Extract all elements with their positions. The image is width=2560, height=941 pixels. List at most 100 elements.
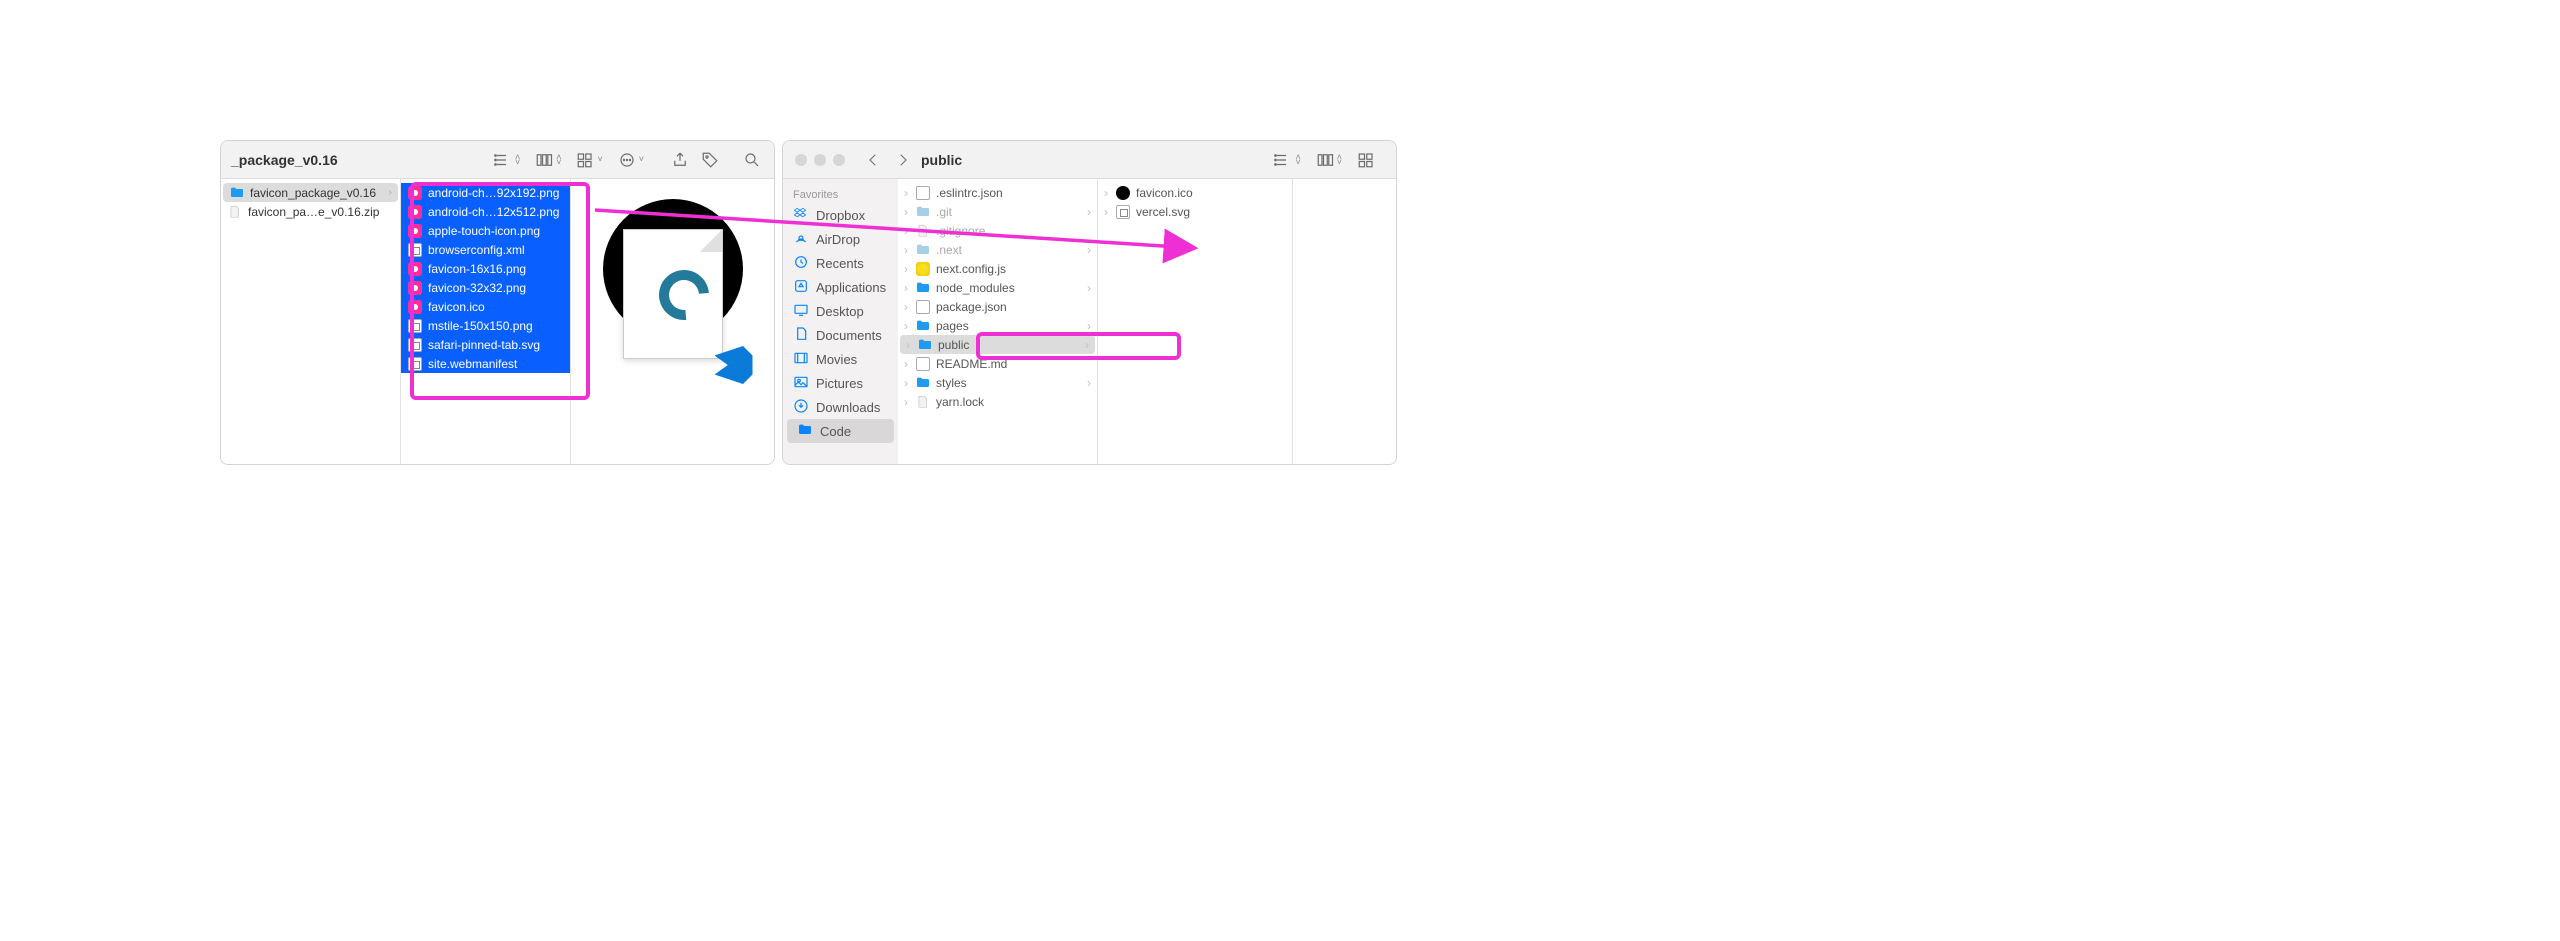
sidebar-item-downloads[interactable]: Downloads xyxy=(783,395,898,419)
traffic-lights[interactable] xyxy=(795,154,845,166)
sidebar: Favorites DropboxAirDropRecentsApplicati… xyxy=(783,179,898,464)
column-1[interactable]: ›.eslintrc.json›.git››.gitignore›.next››… xyxy=(898,179,1098,464)
chevron-right-icon: › xyxy=(1087,281,1091,295)
file-row[interactable]: ›node_modules› xyxy=(898,278,1097,297)
file-name: mstile-150x150.png xyxy=(428,319,533,333)
file-name: vercel.svg xyxy=(1136,205,1190,219)
view-gallery-icon[interactable] xyxy=(571,148,599,172)
sidebar-item-label: Applications xyxy=(816,280,886,295)
chevron-down-icon[interactable]: ˅ xyxy=(639,157,644,162)
file-name: .eslintrc.json xyxy=(936,186,1003,200)
search-icon[interactable] xyxy=(738,148,766,172)
chevron-down-icon[interactable]: ˅ xyxy=(597,157,602,162)
movies-icon xyxy=(793,350,809,369)
file-name: .git xyxy=(936,205,952,219)
nav-forward-icon[interactable] xyxy=(889,148,917,172)
sidebar-item-label: Documents xyxy=(816,328,882,343)
file-name: favicon_package_v0.16 xyxy=(250,186,376,200)
sidebar-item-pictures[interactable]: Pictures xyxy=(783,371,898,395)
file-name: styles xyxy=(936,376,967,390)
file-name: .next xyxy=(936,243,962,257)
sidebar-item-recents[interactable]: Recents xyxy=(783,251,898,275)
dropbox-icon xyxy=(793,206,809,225)
chevron-icon: › xyxy=(904,300,908,314)
file-name: safari-pinned-tab.svg xyxy=(428,338,540,352)
file-row[interactable]: safari-pinned-tab.svg xyxy=(401,335,570,354)
file-row[interactable]: ›.next› xyxy=(898,240,1097,259)
sidebar-item-movies[interactable]: Movies xyxy=(783,347,898,371)
chevron-icon: › xyxy=(1104,205,1108,219)
chevron-updown-icon[interactable]: ˄˅ xyxy=(1295,155,1300,165)
sidebar-item-documents[interactable]: Documents xyxy=(783,323,898,347)
sidebar-item-desktop[interactable]: Desktop xyxy=(783,299,898,323)
file-name: favicon.ico xyxy=(428,300,485,314)
chevron-updown-icon[interactable]: ˄˅ xyxy=(556,155,561,165)
file-row[interactable]: favicon_pa…e_v0.16.zip xyxy=(221,202,400,221)
file-row[interactable]: mstile-150x150.png xyxy=(401,316,570,335)
sidebar-item-airdrop[interactable]: AirDrop xyxy=(783,227,898,251)
sidebar-item-label: Recents xyxy=(816,256,864,271)
chevron-right-icon: › xyxy=(1087,319,1091,333)
file-row[interactable]: android-ch…12x512.png xyxy=(401,202,570,221)
file-name: site.webmanifest xyxy=(428,357,517,371)
chevron-updown-icon[interactable]: ˄˅ xyxy=(1337,155,1342,165)
share-icon[interactable] xyxy=(666,148,694,172)
file-name: public xyxy=(938,338,969,352)
file-row[interactable]: ›yarn.lock xyxy=(898,392,1097,411)
file-row[interactable]: site.webmanifest xyxy=(401,354,570,373)
file-name: favicon-16x16.png xyxy=(428,262,526,276)
view-columns-icon[interactable] xyxy=(1311,148,1339,172)
chevron-icon: › xyxy=(904,224,908,238)
file-row[interactable]: ›favicon.ico xyxy=(1098,183,1292,202)
file-row[interactable]: ›next.config.js xyxy=(898,259,1097,278)
file-name: package.json xyxy=(936,300,1007,314)
tag-icon[interactable] xyxy=(696,148,724,172)
view-gallery-icon[interactable] xyxy=(1352,148,1380,172)
sidebar-item-applications[interactable]: Applications xyxy=(783,275,898,299)
window-title: public xyxy=(921,152,962,168)
file-row[interactable]: › vercel.svg xyxy=(1098,202,1292,221)
file-name: node_modules xyxy=(936,281,1015,295)
column-view: favicon_package_v0.16›favicon_pa…e_v0.16… xyxy=(221,179,774,464)
file-row[interactable]: android-ch…92x192.png xyxy=(401,183,570,202)
file-row[interactable]: ›public› xyxy=(900,335,1095,354)
finder-window-source: _package_v0.16 ˄˅ ˄˅ ˅ ˅ xyxy=(220,140,775,465)
sidebar-item-label: Movies xyxy=(816,352,857,367)
view-list-icon[interactable] xyxy=(1269,148,1297,172)
file-row[interactable]: ›pages› xyxy=(898,316,1097,335)
file-row[interactable]: apple-touch-icon.png xyxy=(401,221,570,240)
file-row[interactable]: favicon.ico xyxy=(401,297,570,316)
toolbar: public ˄˅ ˄˅ xyxy=(783,141,1396,179)
column-2[interactable]: android-ch…92x192.png android-ch…12x512.p… xyxy=(401,179,571,464)
file-row[interactable]: favicon-16x16.png xyxy=(401,259,570,278)
sidebar-item-dropbox[interactable]: Dropbox xyxy=(783,203,898,227)
chevron-icon: › xyxy=(906,338,910,352)
chevron-updown-icon[interactable]: ˄˅ xyxy=(515,155,520,165)
recents-icon xyxy=(793,254,809,273)
toolbar: _package_v0.16 ˄˅ ˄˅ ˅ ˅ xyxy=(221,141,774,179)
file-row[interactable]: browserconfig.xml xyxy=(401,240,570,259)
file-row[interactable]: › .gitignore xyxy=(898,221,1097,240)
body: Favorites DropboxAirDropRecentsApplicati… xyxy=(783,179,1396,464)
chevron-icon: › xyxy=(904,376,908,390)
file-row[interactable]: ›README.md xyxy=(898,354,1097,373)
file-row[interactable]: ›styles› xyxy=(898,373,1097,392)
file-row[interactable]: ›.eslintrc.json xyxy=(898,183,1097,202)
nav-back-icon[interactable] xyxy=(859,148,887,172)
column-1[interactable]: favicon_package_v0.16›favicon_pa…e_v0.16… xyxy=(221,179,401,464)
window-title: _package_v0.16 xyxy=(231,152,338,168)
file-name: android-ch…12x512.png xyxy=(428,205,559,219)
file-row[interactable]: favicon-32x32.png xyxy=(401,278,570,297)
view-list-icon[interactable] xyxy=(489,148,517,172)
file-row[interactable]: favicon_package_v0.16› xyxy=(223,183,398,202)
sidebar-item-label: Downloads xyxy=(816,400,880,415)
column-2[interactable]: ›favicon.ico › vercel.svg xyxy=(1098,179,1293,464)
sidebar-item-code[interactable]: Code xyxy=(787,419,894,443)
file-row[interactable]: › package.json xyxy=(898,297,1097,316)
file-name: .gitignore xyxy=(936,224,985,238)
action-menu-icon[interactable] xyxy=(613,148,641,172)
sidebar-item-label: Pictures xyxy=(816,376,863,391)
sidebar-item-label: Code xyxy=(820,424,851,439)
file-row[interactable]: ›.git› xyxy=(898,202,1097,221)
view-columns-icon[interactable] xyxy=(530,148,558,172)
